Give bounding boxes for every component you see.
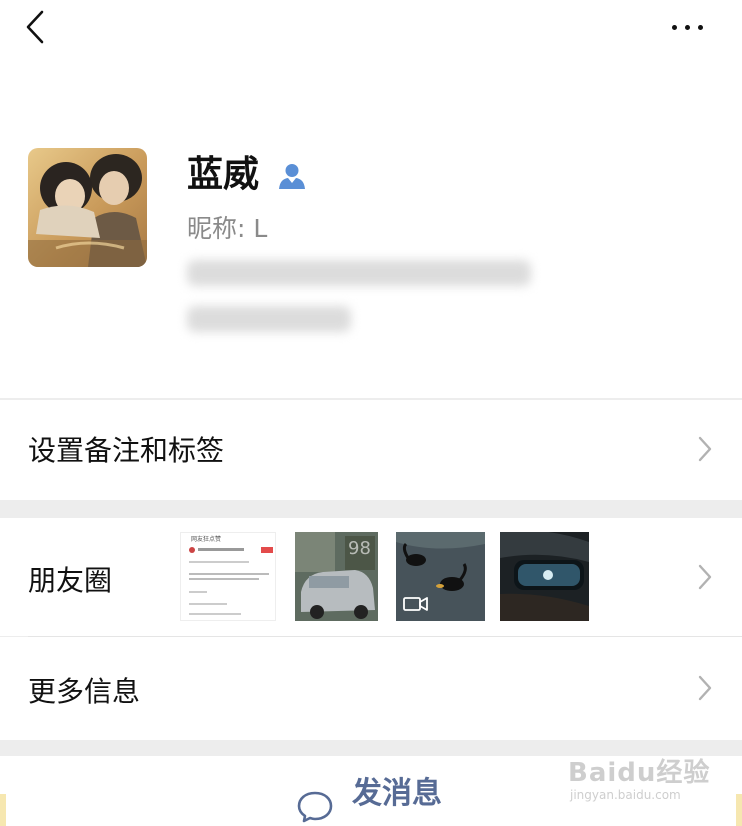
thumbnail-line <box>198 548 244 551</box>
moments-thumbnail-car[interactable]: 98 <box>295 532 378 621</box>
chevron-right-icon <box>698 436 712 462</box>
thumbnail-line <box>189 573 269 575</box>
thumbnail-header <box>189 547 195 553</box>
moments-thumbnail-article[interactable]: 网友狂点赞 <box>180 532 276 621</box>
chat-bubble-icon <box>297 791 333 823</box>
thumbnail-line <box>189 561 249 563</box>
more-dot <box>685 25 690 30</box>
remark-tags-row[interactable]: 设置备注和标签 <box>0 400 742 500</box>
chevron-left-icon <box>26 10 44 44</box>
edge-highlight <box>736 794 742 826</box>
send-message-label: 发消息 <box>352 776 442 811</box>
contact-name: 蓝威 <box>187 154 260 195</box>
edge-highlight <box>0 794 6 826</box>
thumbnail-line <box>189 613 241 615</box>
more-dots-icon <box>672 25 677 30</box>
more-options-button[interactable] <box>668 14 708 40</box>
profile-header: 蓝威 昵称: L <box>0 0 742 398</box>
thumbnail-tag <box>261 547 273 553</box>
nickname: 昵称: L <box>187 214 268 243</box>
region-blurred <box>187 306 351 332</box>
more-info-label: 更多信息 <box>28 675 141 708</box>
chevron-right-icon <box>698 564 712 590</box>
moments-thumbnail-swans-video[interactable] <box>396 532 485 621</box>
moments-label: 朋友圈 <box>28 564 113 597</box>
watermark-logo: Baidu经验 <box>568 758 711 788</box>
avatar-image <box>28 148 147 267</box>
thumbnail-line <box>189 578 259 580</box>
thumbnail-line <box>189 591 207 593</box>
video-camera-icon <box>403 597 428 611</box>
moments-thumbnail-dashboard[interactable] <box>500 532 589 621</box>
baidu-watermark: Baidu经验 jingyan.baidu.com <box>568 752 718 812</box>
person-icon <box>279 164 305 189</box>
more-dot <box>698 25 703 30</box>
more-info-row[interactable]: 更多信息 <box>0 637 742 740</box>
chevron-right-icon <box>698 675 712 701</box>
remark-tags-label: 设置备注和标签 <box>28 434 225 467</box>
watermark-url: jingyan.baidu.com <box>570 788 681 802</box>
back-button[interactable] <box>22 10 52 44</box>
wechat-id-blurred <box>187 260 531 286</box>
thumbnail-watermark: 98 <box>348 538 371 559</box>
dashboard-photo <box>500 532 589 621</box>
avatar[interactable] <box>28 148 147 267</box>
thumbnail-title: 网友狂点赞 <box>191 536 222 543</box>
thumbnail-line <box>189 603 227 605</box>
